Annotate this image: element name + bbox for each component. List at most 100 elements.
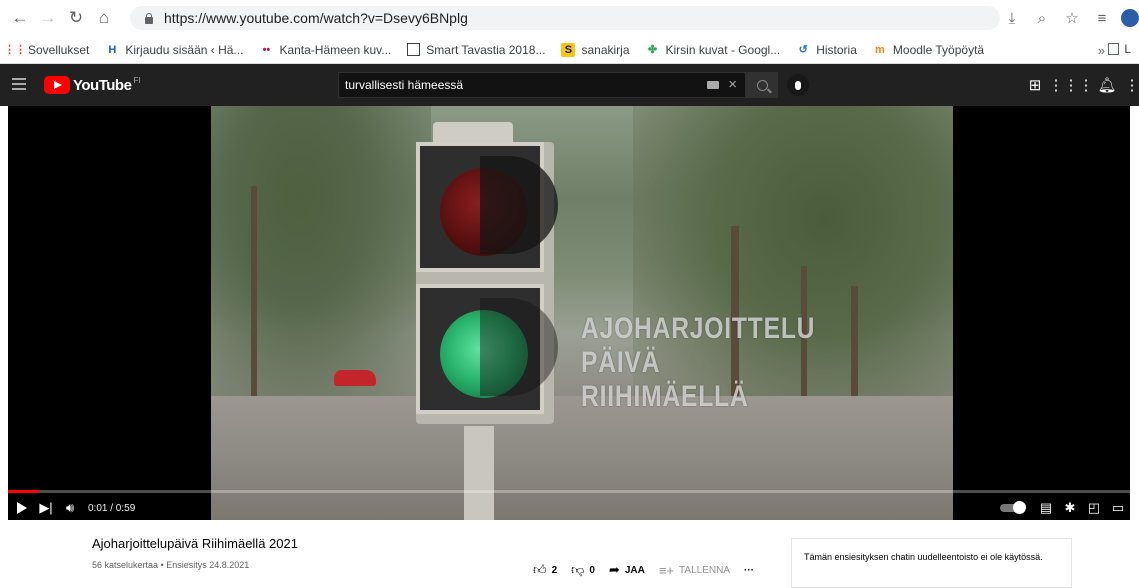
bookmark-label: Kanta-Hämeen kuv... [279,42,392,57]
video-player[interactable]: AJOHARJOITTELU PÄIVÄ RIIHIMÄELLÄ ▶| 🔊︎ 0… [8,106,1130,520]
bookmark-label: Kirjaudu sisään ‹ Hä... [125,42,244,57]
bookmark-label: sanakirja [581,42,630,57]
video-title: Ajoharjoittelupäivä Riihimäellä 2021 [92,536,298,551]
search-input[interactable]: turvallisesti hämeessä × [338,72,746,98]
chat-notice-text: Tämän ensiesityksen chatin uudelleentois… [804,552,1043,562]
progress-bar[interactable] [8,490,1130,493]
bookmark-sanakirja[interactable]: S sanakirja [561,42,630,57]
bookmark-kirjaudu[interactable]: H Kirjaudu sisään ‹ Hä... [105,43,243,57]
youtube-header: YouTube FI turvallisesti hämeessä × ⊞ ⋮⋮… [0,64,1139,106]
time-display: 0:01 / 0:59 [88,502,136,514]
pinwheel-icon: ✤ [647,44,658,56]
chat-replay-notice: Tämän ensiesityksen chatin uudelleentois… [791,538,1072,588]
video-actions: 👍︎ 2 👎︎ 0 ➦ JAA ≡+ TALLENNA ··· [533,562,768,578]
bookmark-smart-tavastia[interactable]: Smart Tavastia 2018... [407,43,545,57]
microphone-icon [795,80,801,90]
save-button[interactable]: ≡+ TALLENNA [659,563,730,578]
list-icon [1108,43,1120,55]
header-actions: ⊞ ⋮⋮⋮ 🔔︎ ⋮ [1017,74,1139,96]
like-button[interactable]: 👍︎ 2 [533,562,557,578]
more-actions-button[interactable]: ··· [744,565,754,576]
player-controls-right: ▤ ✱ ◰ ▭ [1000,496,1130,520]
profile-avatar[interactable] [1121,9,1139,27]
account-menu-icon[interactable]: ⋮ [1125,74,1139,96]
settings-gear-icon[interactable]: ✱ [1058,496,1082,520]
reading-list-label: L [1124,42,1131,56]
dislike-count: 0 [589,564,595,576]
share-button[interactable]: ➦ JAA [609,562,645,578]
bookmark-kanta-hameen[interactable]: •• Kanta-Hämeen kuv... [259,42,392,57]
search-button[interactable] [746,72,778,98]
video-overlay-title: AJOHARJOITTELU PÄIVÄ RIIHIMÄELLÄ [581,312,886,414]
next-icon: ▶| [39,500,53,515]
book-icon [407,43,421,56]
youtube-wordmark: YouTube [73,76,132,94]
lamp-visor [480,298,558,396]
reading-list-button[interactable]: L [1108,42,1131,56]
youtube-logo[interactable]: YouTube FI [44,76,141,94]
clear-search-icon[interactable]: × [728,76,737,93]
bookmark-moodle[interactable]: m Moodle Työpöytä [873,43,984,57]
address-bar[interactable]: https://www.youtube.com/watch?v=Dsevy6BN… [130,6,1000,30]
bookmark-label: Sovellukset [28,42,90,57]
notifications-bell-icon[interactable]: 🔔︎ [1089,74,1125,96]
progress-played [8,490,40,493]
search-icon [756,79,768,91]
lamp-visor [480,156,558,254]
like-count: 2 [551,564,558,576]
next-button[interactable]: ▶| [34,496,58,520]
install-icon[interactable]: ⤓ [997,4,1027,32]
url-text: https://www.youtube.com/watch?v=Dsevy6BN… [164,10,468,26]
apps-grid-icon: ⋮⋮ [4,44,26,56]
share-label: JAA [624,564,645,576]
playlist-add-icon: ≡+ [658,562,675,578]
red-lamp-box [416,142,558,272]
volume-button[interactable]: 🔊︎ [58,496,82,520]
tree-trunk [251,186,257,406]
reload-icon[interactable]: ↻ [62,4,90,32]
player-controls: ▶| 🔊︎ 0:01 / 0:59 ▤ ✱ ◰ ▭ [8,496,1130,520]
voice-search-button[interactable] [787,74,809,96]
history-icon: ↺ [798,44,808,56]
green-lamp-box [416,284,558,414]
reading-list-icon[interactable]: ≡ [1087,4,1117,32]
home-icon[interactable]: ⌂ [90,4,118,32]
bookmark-apps[interactable]: ⋮⋮ Sovellukset [4,42,90,57]
bookmark-label: Smart Tavastia 2018... [426,42,546,57]
menu-icon[interactable] [12,78,28,90]
youtube-play-icon [44,76,70,94]
star-icon[interactable]: ☆ [1057,4,1087,32]
video-info-section: Ajoharjoittelupäivä Riihimäellä 2021 56 … [0,520,1139,588]
bookmarks-bar: ⋮⋮ Sovellukset H Kirjaudu sisään ‹ Hä...… [0,36,1139,64]
region-code: FI [133,75,141,85]
back-arrow-icon[interactable]: ← [6,4,34,32]
s-logo-icon: S [561,42,576,57]
bookmarks-overflow-button[interactable]: » [1098,43,1105,58]
overlay-line-1: AJOHARJOITTELU PÄIVÄ [581,312,816,379]
theater-mode-icon[interactable]: ▭ [1106,496,1130,520]
moodle-icon: m [875,43,885,56]
keyboard-icon[interactable] [707,81,719,89]
autoplay-toggle[interactable] [1000,501,1026,514]
subtitles-icon[interactable]: ▤ [1034,496,1058,520]
share-arrow-icon: ➦ [608,562,620,577]
play-button[interactable] [10,496,34,520]
bookmark-historia[interactable]: ↺ Historia [796,43,857,57]
bookmark-label: Historia [816,42,857,57]
miniplayer-icon[interactable]: ◰ [1082,496,1106,520]
bookmark-label: Kirsin kuvat - Googl... [665,42,781,57]
save-label: TALLENNA [679,564,730,576]
play-icon [17,502,27,514]
volume-icon: 🔊︎ [65,500,75,515]
trees-left-image [211,106,431,406]
overlay-line-2: RIIHIMÄELLÄ [581,380,749,413]
more-dots-icon: ··· [743,564,754,576]
lock-icon [144,13,154,24]
bookmark-label: Moodle Työpöytä [892,42,985,57]
forward-arrow-icon[interactable]: → [34,4,62,32]
dislike-button[interactable]: 👎︎ 0 [571,562,595,578]
h-logo-icon: H [108,43,117,56]
bookmark-kirsin-kuvat[interactable]: ✤ Kirsin kuvat - Googl... [646,42,781,57]
zoom-icon[interactable]: ⌕ [1027,4,1057,32]
apps-icon[interactable]: ⋮⋮⋮ [1049,74,1094,96]
